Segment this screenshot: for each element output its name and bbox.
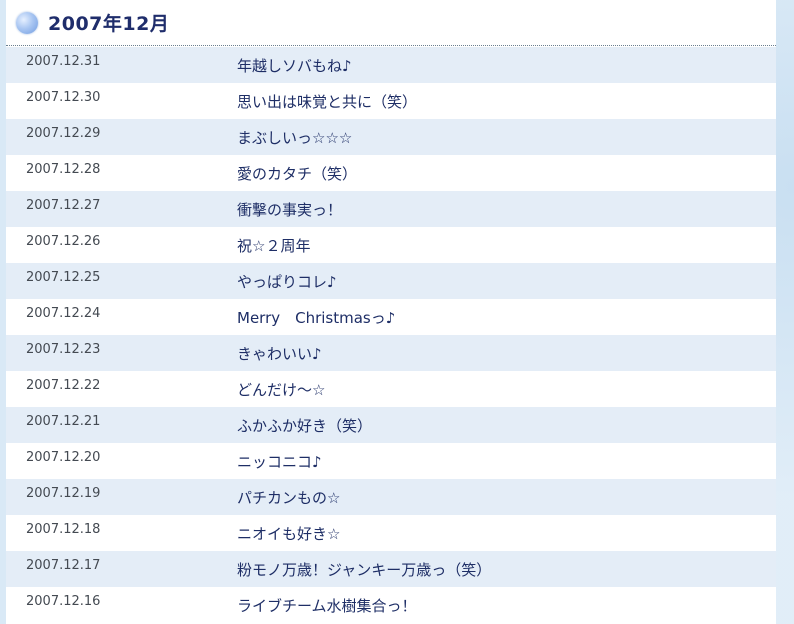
entry-date: 2007.12.21 bbox=[26, 413, 101, 429]
entry-title-link[interactable]: ライブチーム水樹集合っ！ bbox=[237, 595, 417, 616]
entry-title-link[interactable]: どんだけ〜☆ bbox=[237, 379, 325, 400]
entry-date: 2007.12.24 bbox=[26, 305, 101, 321]
page-title: 2007年12月 bbox=[48, 13, 170, 35]
entry-title-link[interactable]: 祝☆２周年 bbox=[237, 235, 310, 256]
entry-date: 2007.12.19 bbox=[26, 485, 101, 501]
list-item: 2007.12.19 パチカンもの☆ bbox=[6, 479, 776, 515]
entry-date: 2007.12.26 bbox=[26, 233, 101, 249]
entry-date: 2007.12.23 bbox=[26, 341, 101, 357]
list-item: 2007.12.29 まぶしいっ☆☆☆ bbox=[6, 119, 776, 155]
entry-title-link[interactable]: やっぱりコレ♪ bbox=[237, 271, 337, 292]
list-item: 2007.12.20 ニッコニコ♪ bbox=[6, 443, 776, 479]
list-item: 2007.12.24 Merry Christmasっ♪ bbox=[6, 299, 776, 335]
archive-panel: 2007年12月 2007.12.31 年越しソバもね♪ 2007.12.30 … bbox=[6, 0, 776, 624]
list-item: 2007.12.22 どんだけ〜☆ bbox=[6, 371, 776, 407]
orb-icon bbox=[16, 11, 38, 34]
list-item: 2007.12.16 ライブチーム水樹集合っ！ bbox=[6, 587, 776, 623]
month-header: 2007年12月 bbox=[6, 0, 776, 46]
entry-title-link[interactable]: きゃわいい♪ bbox=[237, 343, 322, 364]
list-item: 2007.12.17 粉モノ万歳！ジャンキー万歳っ（笑） bbox=[6, 551, 776, 587]
list-item: 2007.12.26 祝☆２周年 bbox=[6, 227, 776, 263]
entry-date: 2007.12.18 bbox=[26, 521, 101, 537]
entry-title-link[interactable]: 年越しソバもね♪ bbox=[237, 55, 352, 76]
entry-title-link[interactable]: ニッコニコ♪ bbox=[237, 451, 322, 472]
entry-title-link[interactable]: 粉モノ万歳！ジャンキー万歳っ（笑） bbox=[237, 559, 491, 580]
list-item: 2007.12.25 やっぱりコレ♪ bbox=[6, 263, 776, 299]
entry-date: 2007.12.16 bbox=[26, 593, 101, 609]
entry-date: 2007.12.27 bbox=[26, 197, 101, 213]
entry-date: 2007.12.17 bbox=[26, 557, 101, 573]
entry-date: 2007.12.25 bbox=[26, 269, 101, 285]
entry-title-link[interactable]: パチカンもの☆ bbox=[237, 487, 340, 508]
list-item: 2007.12.18 ニオイも好き☆ bbox=[6, 515, 776, 551]
list-item: 2007.12.31 年越しソバもね♪ bbox=[6, 47, 776, 83]
entry-date: 2007.12.22 bbox=[26, 377, 101, 393]
entry-title-link[interactable]: まぶしいっ☆☆☆ bbox=[237, 127, 352, 148]
entry-title-link[interactable]: Merry Christmasっ♪ bbox=[237, 307, 395, 328]
list-item: 2007.12.23 きゃわいい♪ bbox=[6, 335, 776, 371]
entry-title-link[interactable]: 思い出は味覚と共に（笑） bbox=[237, 91, 417, 112]
entry-date: 2007.12.28 bbox=[26, 161, 101, 177]
list-item: 2007.12.30 思い出は味覚と共に（笑） bbox=[6, 83, 776, 119]
entry-date: 2007.12.20 bbox=[26, 449, 101, 465]
entry-title-link[interactable]: 愛のカタチ（笑） bbox=[237, 163, 357, 184]
list-item: 2007.12.28 愛のカタチ（笑） bbox=[6, 155, 776, 191]
entry-list: 2007.12.31 年越しソバもね♪ 2007.12.30 思い出は味覚と共に… bbox=[6, 47, 776, 623]
entry-title-link[interactable]: ふかふか好き（笑） bbox=[237, 415, 372, 436]
entry-date: 2007.12.30 bbox=[26, 89, 101, 105]
entry-date: 2007.12.29 bbox=[26, 125, 101, 141]
list-item: 2007.12.27 衝撃の事実っ！ bbox=[6, 191, 776, 227]
entry-title-link[interactable]: 衝撃の事実っ！ bbox=[237, 199, 342, 220]
entry-date: 2007.12.31 bbox=[26, 53, 101, 69]
list-item: 2007.12.21 ふかふか好き（笑） bbox=[6, 407, 776, 443]
entry-title-link[interactable]: ニオイも好き☆ bbox=[237, 523, 340, 544]
